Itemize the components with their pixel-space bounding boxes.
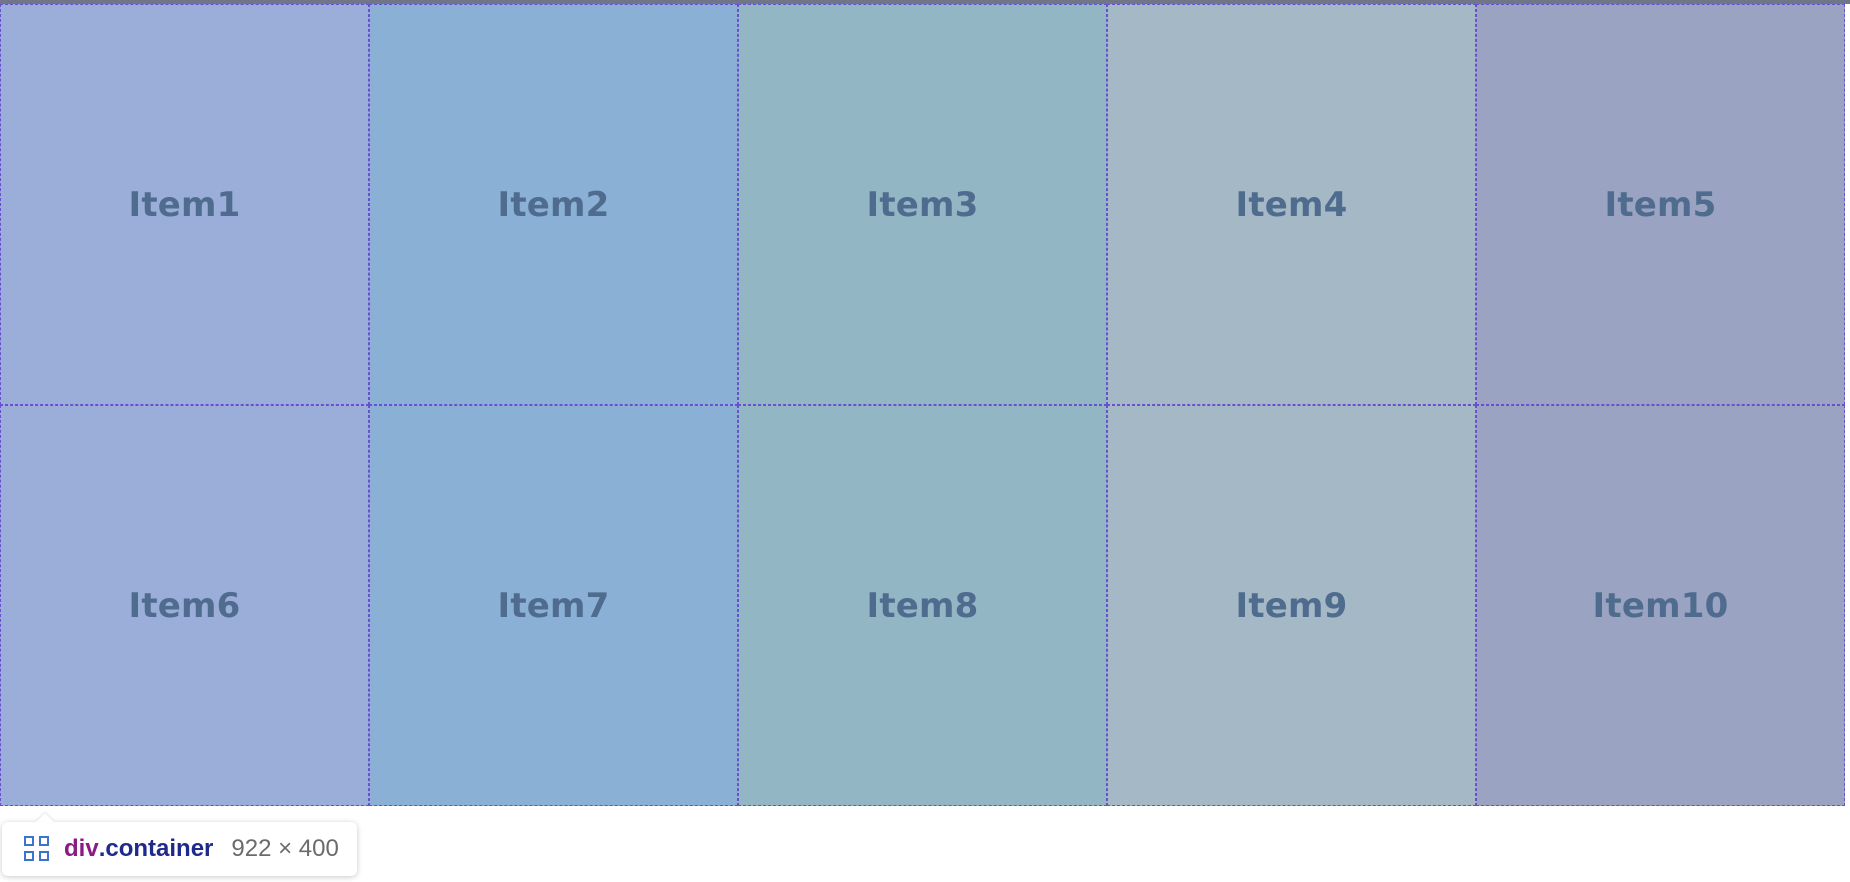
grid-item-4: Item4 [1107, 4, 1476, 405]
grid-item-3: Item3 [738, 4, 1107, 405]
grid-item-6: Item6 [0, 405, 369, 806]
grid-item-7: Item7 [369, 405, 738, 806]
grid-item-8: Item8 [738, 405, 1107, 806]
element-tag: div [64, 835, 99, 862]
grid-item-1: Item1 [0, 4, 369, 405]
grid-item-9: Item9 [1107, 405, 1476, 806]
element-dimensions: 922 × 400 [231, 835, 339, 862]
grid-item-2: Item2 [369, 4, 738, 405]
inspector-tooltip: div .container 922 × 400 [2, 813, 357, 876]
grid-layout-icon[interactable] [24, 836, 50, 862]
container-grid: Item1 Item2 Item3 Item4 Item5 Item6 Item… [0, 4, 1845, 806]
tooltip-arrow [36, 813, 54, 822]
grid-item-10: Item10 [1476, 405, 1845, 806]
grid-item-5: Item5 [1476, 4, 1845, 405]
element-class: .container [98, 835, 214, 862]
